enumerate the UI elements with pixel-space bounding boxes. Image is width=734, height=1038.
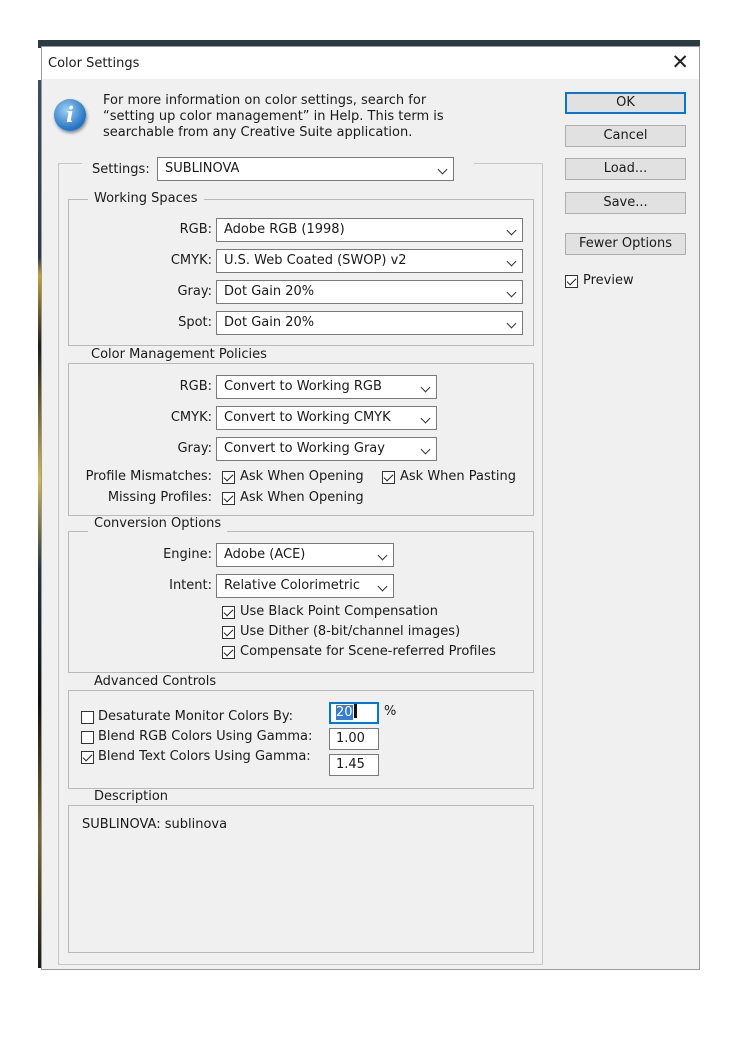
ws-gray-label: Gray:	[177, 284, 212, 299]
chevron-down-icon	[377, 550, 388, 561]
chevron-down-icon	[437, 164, 448, 175]
desaturate-unit: %	[384, 704, 397, 719]
settings-dropdown[interactable]: SUBLINOVA	[157, 157, 454, 181]
chevron-down-icon	[420, 382, 431, 393]
policy-gray-dropdown[interactable]: Convert to Working Gray	[216, 437, 437, 461]
blend-text-checkbox[interactable]	[81, 751, 94, 764]
ws-gray-dropdown[interactable]: Dot Gain 20%	[216, 280, 523, 304]
engine-dropdown[interactable]: Adobe (ACE)	[216, 543, 394, 567]
intent-dropdown[interactable]: Relative Colorimetric	[216, 574, 394, 598]
policies-legend: Color Management Policies	[85, 347, 273, 363]
mismatch-pasting-checkbox[interactable]	[382, 471, 395, 484]
black-point-checkbox[interactable]	[222, 606, 235, 619]
chevron-down-icon	[506, 287, 517, 298]
info-icon: i	[54, 99, 86, 131]
advanced-legend: Advanced Controls	[88, 674, 223, 690]
policy-rgb-label: RGB:	[179, 379, 212, 394]
engine-value: Adobe (ACE)	[224, 547, 306, 562]
desaturate-value: 20	[336, 705, 353, 720]
ws-rgb-label: RGB:	[179, 222, 212, 237]
intent-value: Relative Colorimetric	[224, 578, 360, 593]
settings-label: Settings:	[92, 162, 150, 177]
desaturate-checkbox[interactable]	[81, 711, 94, 724]
ws-cmyk-label: CMYK:	[170, 253, 212, 268]
blend-rgb-label: Blend RGB Colors Using Gamma:	[98, 729, 313, 744]
blend-rgb-input[interactable]: 1.00	[329, 728, 379, 750]
load-button[interactable]: Load...	[565, 158, 686, 180]
title-bar: Color Settings ✕	[42, 47, 699, 79]
text-caret	[353, 704, 357, 718]
missing-profiles-label: Missing Profiles:	[107, 490, 212, 505]
dialog-title: Color Settings	[48, 56, 140, 71]
scene-referred-checkbox[interactable]	[222, 646, 235, 659]
cancel-button[interactable]: Cancel	[565, 125, 686, 147]
engine-label: Engine:	[163, 547, 212, 562]
policy-gray-label: Gray:	[177, 441, 212, 456]
policy-rgb-value: Convert to Working RGB	[224, 379, 382, 394]
blend-text-input[interactable]: 1.45	[329, 754, 379, 776]
dither-label: Use Dither (8-bit/channel images)	[240, 624, 461, 639]
black-point-label: Use Black Point Compensation	[240, 604, 438, 619]
chevron-down-icon	[506, 318, 517, 329]
ws-rgb-value: Adobe RGB (1998)	[224, 222, 345, 237]
ws-spot-dropdown[interactable]: Dot Gain 20%	[216, 311, 523, 335]
blend-text-label: Blend Text Colors Using Gamma:	[98, 749, 311, 764]
chevron-down-icon	[420, 444, 431, 455]
chevron-down-icon	[506, 256, 517, 267]
ws-spot-value: Dot Gain 20%	[224, 315, 315, 330]
mismatch-opening-label: Ask When Opening	[240, 469, 364, 484]
conversion-legend: Conversion Options	[88, 516, 228, 532]
preview-label: Preview	[583, 273, 634, 288]
working-spaces-legend: Working Spaces	[88, 191, 204, 207]
info-text: For more information on color settings, …	[103, 93, 444, 140]
dither-checkbox[interactable]	[222, 626, 235, 639]
ws-gray-value: Dot Gain 20%	[224, 284, 315, 299]
scene-referred-label: Compensate for Scene-referred Profiles	[240, 644, 496, 659]
chevron-down-icon	[506, 225, 517, 236]
mismatch-opening-checkbox[interactable]	[222, 471, 235, 484]
policy-cmyk-label: CMYK:	[170, 410, 212, 425]
missing-opening-label: Ask When Opening	[240, 490, 364, 505]
color-settings-dialog: Color Settings ✕ i For more information …	[41, 46, 700, 970]
missing-opening-checkbox[interactable]	[222, 492, 235, 505]
description-legend: Description	[88, 789, 175, 805]
ws-cmyk-dropdown[interactable]: U.S. Web Coated (SWOP) v2	[216, 249, 523, 273]
desaturate-label: Desaturate Monitor Colors By:	[98, 709, 294, 724]
policy-rgb-dropdown[interactable]: Convert to Working RGB	[216, 375, 437, 399]
blend-rgb-checkbox[interactable]	[81, 731, 94, 744]
mismatch-pasting-label: Ask When Pasting	[400, 469, 516, 484]
chevron-down-icon	[420, 413, 431, 424]
desaturate-input[interactable]: 20	[329, 702, 379, 724]
profile-mismatches-label: Profile Mismatches:	[85, 469, 212, 484]
ws-rgb-dropdown[interactable]: Adobe RGB (1998)	[216, 218, 523, 242]
ws-spot-label: Spot:	[178, 315, 212, 330]
ok-button[interactable]: OK	[565, 92, 686, 114]
settings-value: SUBLINOVA	[165, 161, 240, 176]
ws-cmyk-value: U.S. Web Coated (SWOP) v2	[224, 253, 407, 268]
policy-gray-value: Convert to Working Gray	[224, 441, 385, 456]
policy-cmyk-dropdown[interactable]: Convert to Working CMYK	[216, 406, 437, 430]
chevron-down-icon	[377, 581, 388, 592]
save-button[interactable]: Save...	[565, 192, 686, 214]
close-icon[interactable]: ✕	[671, 50, 689, 74]
intent-label: Intent:	[169, 578, 212, 593]
description-text: SUBLINOVA: sublinova	[82, 817, 228, 832]
preview-checkbox[interactable]	[565, 275, 578, 288]
fewer-options-button[interactable]: Fewer Options	[565, 233, 686, 255]
policy-cmyk-value: Convert to Working CMYK	[224, 410, 391, 425]
